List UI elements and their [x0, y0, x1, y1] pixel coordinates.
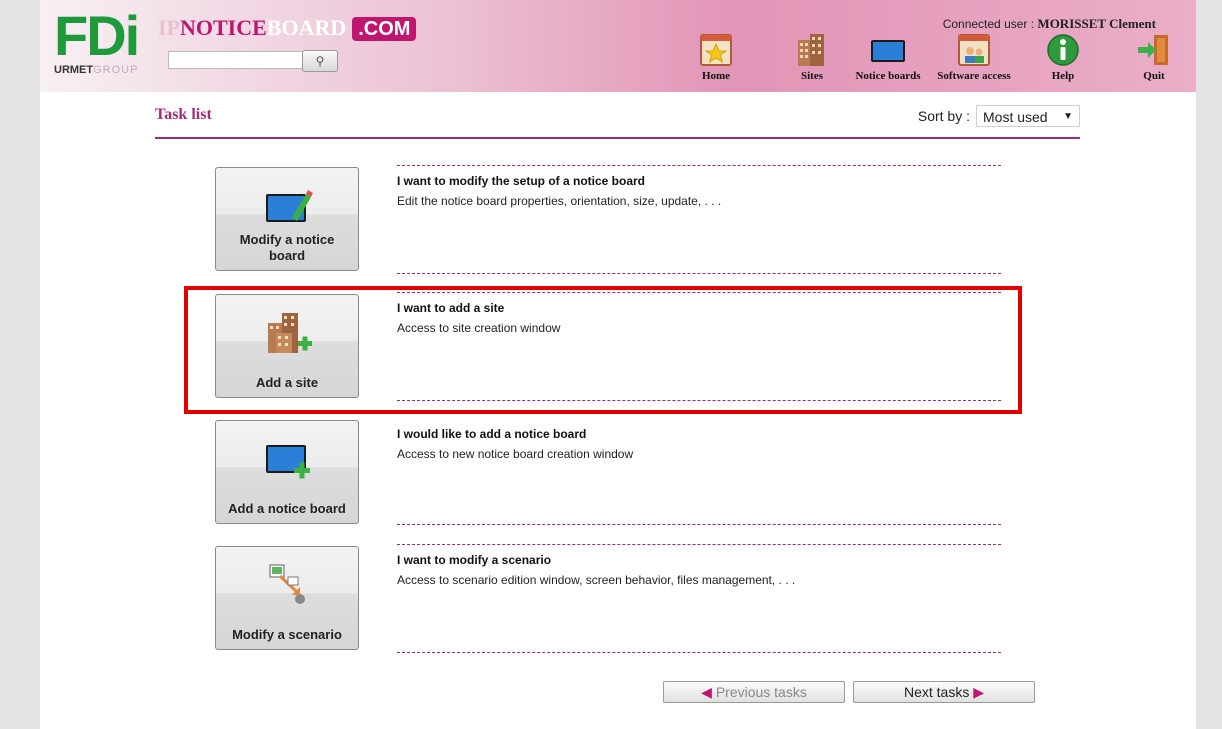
divider [397, 652, 1001, 653]
task-title: I would like to add a notice board [397, 427, 587, 441]
next-tasks-button[interactable]: Next tasks ▶ [853, 681, 1035, 703]
notice-board-edit-icon [266, 190, 313, 222]
divider [397, 524, 1001, 525]
search-input[interactable] [168, 51, 306, 69]
quit-icon [1138, 35, 1168, 65]
task-description: Edit the notice board properties, orient… [397, 194, 722, 208]
task-description: Access to new notice board creation wind… [397, 447, 634, 461]
nav-home[interactable]: Home [676, 32, 756, 82]
divider [397, 165, 1001, 166]
divider [397, 273, 1001, 274]
sort-label: Sort by : [917, 108, 970, 124]
software-access-icon [958, 34, 990, 66]
nav-notice-boards[interactable]: Notice boards [848, 32, 928, 82]
nav-software-access[interactable]: Software access [934, 32, 1014, 82]
tasklist-header: Task list Sort by : Most used ▼ [155, 104, 1080, 139]
divider [397, 544, 1001, 545]
task-description: Access to scenario edition window, scree… [397, 573, 796, 587]
scenario-icon [269, 564, 305, 604]
chevron-down-icon: ▼ [1063, 111, 1073, 122]
task-title: I want to modify the setup of a notice b… [397, 174, 646, 188]
task-item: I want to modify the setup of a notice b… [397, 165, 1001, 275]
sort-select[interactable]: Most used ▼ [976, 105, 1080, 127]
task-title: I want to modify a scenario [397, 553, 552, 567]
nav-quit[interactable]: Quit [1114, 32, 1194, 82]
page-title: Task list [155, 106, 212, 123]
ipnoticeboard-brand: IPNOTICEBOARD .COM [158, 16, 417, 41]
binoculars-icon: ⚲ [315, 54, 325, 68]
notice-boards-icon [871, 40, 905, 62]
home-icon [700, 34, 732, 66]
highlight-box [184, 286, 1022, 414]
nav-help[interactable]: Help [1023, 32, 1103, 82]
arrow-left-icon: ◀ [701, 684, 712, 700]
task-item: I want to modify a scenario Access to sc… [397, 544, 1001, 654]
search-button[interactable]: ⚲ [302, 50, 338, 72]
modify-scenario-button[interactable]: Modify a scenario [215, 546, 359, 650]
arrow-right-icon: ▶ [973, 684, 985, 700]
app-header: FDi URMETGROUP IPNOTICEBOARD .COM ⚲ Conne… [40, 0, 1196, 92]
task-item: I would like to add a notice board Acces… [397, 418, 1001, 528]
add-notice-board-icon [266, 445, 310, 479]
previous-tasks-button[interactable]: ◀ Previous tasks [663, 681, 845, 703]
fdi-logo: FDi [54, 4, 140, 67]
add-notice-board-button[interactable]: Add a notice board [215, 420, 359, 524]
modify-notice-board-button[interactable]: Modify a notice board [215, 167, 359, 271]
sites-icon [798, 34, 824, 66]
urmet-group-logo: URMETGROUP [54, 64, 139, 76]
connected-user: Connected user : MORISSET Clement [942, 16, 1156, 31]
help-icon [1047, 34, 1079, 66]
nav-sites[interactable]: Sites [772, 32, 852, 82]
